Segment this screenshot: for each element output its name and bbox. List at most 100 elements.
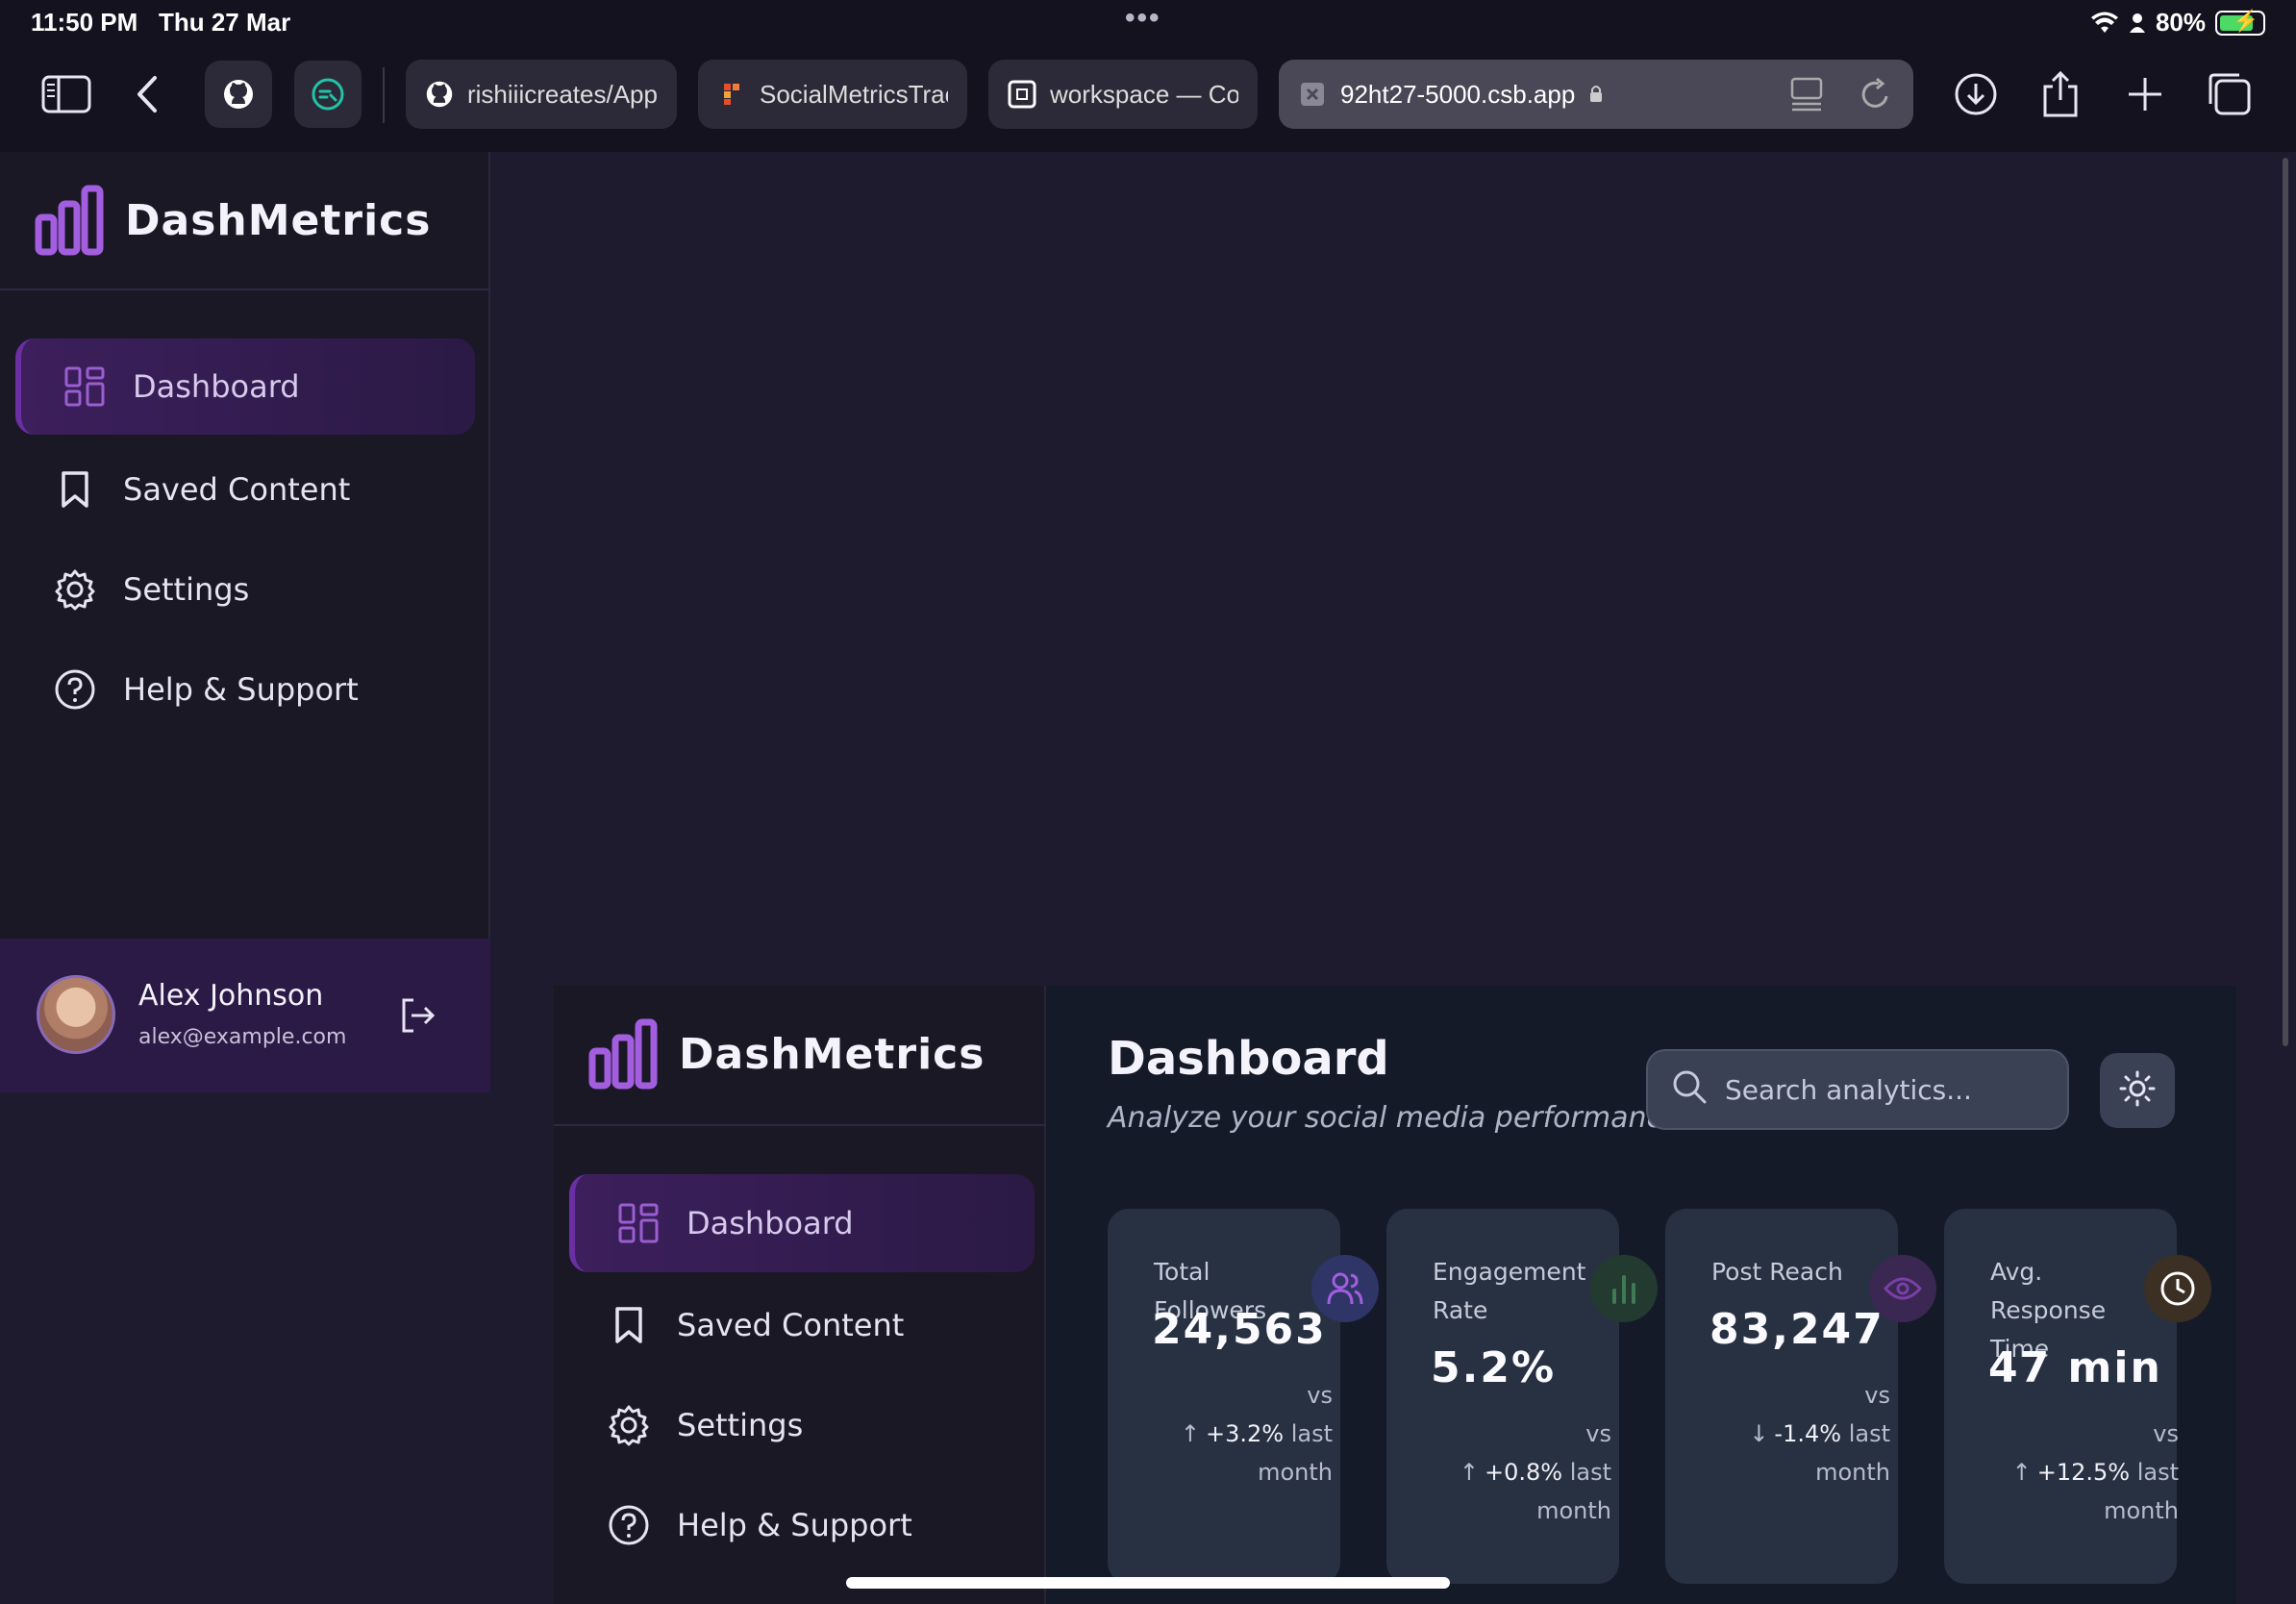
lock-icon [1588,80,1604,110]
sidebar-primary: DashMetrics Dashboard Saved Content Sett… [0,152,490,1092]
tab-label: workspace — Cod [1050,79,1238,109]
reload-icon[interactable] [1859,77,1892,118]
figma-icon [717,80,746,109]
search-placeholder: Search analytics... [1725,1073,1972,1106]
stat-card-engagement-rate: Engagement Rate 5.2% vs ↑ +0.8% last mont… [1386,1209,1658,1584]
sidebar-item-label: Settings [677,1407,804,1443]
sun-icon [2118,1069,2157,1112]
brand-name: DashMetrics [125,195,432,245]
sidebar-item-label: Saved Content [677,1307,905,1343]
github-extension-icon[interactable] [205,61,272,128]
logo-bar-chart-icon [35,185,104,256]
help-circle-icon [54,668,96,711]
gear-icon [608,1404,650,1446]
user-email: alex@example.com [138,1025,347,1049]
stat-card-post-reach: Post Reach 83,247 vs ↓ -1.4% last month [1665,1209,1936,1584]
new-tab-plus-icon[interactable] [2111,61,2179,128]
tab-label: SocialMetricsTrack [760,79,948,109]
tab-overview-icon[interactable] [2196,61,2263,128]
card-change: vs ↑ +0.8% last month [1459,1420,1611,1524]
sidebar-item-help-support[interactable]: Help & Support [54,646,359,733]
user-name: Alex Johnson [138,979,324,1013]
sidebar-item-settings[interactable]: Settings [54,546,249,633]
close-tab-icon[interactable] [1298,80,1327,109]
card-label: Engagement Rate [1433,1258,1586,1324]
card-value: 5.2% [1431,1343,1557,1392]
brand: DashMetrics [588,1018,985,1090]
card-label: Post Reach [1711,1258,1843,1286]
card-value: 24,563 [1152,1305,1327,1354]
main-content: Dashboard Analyze your social media perf… [1046,986,2236,1604]
eye-icon [1869,1255,1936,1322]
bookmark-icon [54,468,96,511]
github-icon [425,80,454,109]
status-bar: 11:50 PM Thu 27 Mar ••• 80% ⚡ [0,0,2296,46]
stat-card-total-followers: Total Followers 24,563 vs ↑ +3.2% last mo… [1108,1209,1379,1584]
share-icon[interactable] [2027,61,2094,128]
browser-toolbar: rishiiicreates/Apple SocialMetricsTrack … [0,46,2296,152]
tab-url: 92ht27-5000.csb.app [1340,79,1576,109]
brand: DashMetrics [35,185,431,256]
divider [554,1124,1046,1126]
arrow-up-icon: ↑ [2011,1459,2032,1486]
search-input[interactable]: Search analytics... [1646,1049,2069,1130]
sidebar-item-label: Dashboard [686,1205,854,1241]
sidebar-item-label: Help & Support [677,1507,912,1543]
page-scrollbar[interactable] [2283,158,2288,1046]
multitasking-dots-icon[interactable]: ••• [1125,2,1161,35]
home-indicator[interactable] [846,1577,1450,1589]
help-circle-icon [608,1504,650,1546]
arrow-down-icon: ↓ [1749,1420,1769,1447]
bar-chart-icon [1590,1255,1658,1322]
tab-codesandbox[interactable]: workspace — Cod [988,60,1258,129]
sidebar-item-dashboard[interactable]: Dashboard [569,1174,1035,1272]
sidebar-item-saved-content[interactable]: Saved Content [54,446,350,533]
bookmark-icon [608,1304,650,1346]
card-change: vs ↓ -1.4% last month [1749,1382,1890,1486]
card-change: vs ↑ +12.5% last month [2011,1420,2179,1524]
arrow-up-icon: ↑ [1180,1420,1200,1447]
battery-icon: ⚡ [2215,9,2265,36]
grid-icon [617,1202,660,1244]
person-icon [2129,13,2145,33]
tab-active-app[interactable]: 92ht27-5000.csb.app [1279,60,1913,129]
tab-label: rishiiicreates/Apple [467,79,658,109]
gear-icon [54,568,96,611]
sidebar-item-label: Settings [123,571,250,608]
sidebar-toggle-icon[interactable] [33,61,100,128]
sidebar-item-saved-content[interactable]: Saved Content [608,1282,904,1368]
toolbar-divider [383,67,385,123]
grammar-extension-icon[interactable] [294,61,362,128]
clock-icon [2144,1255,2211,1322]
sidebar-item-label: Help & Support [123,671,359,708]
back-chevron-icon[interactable] [113,61,181,128]
card-change: vs ↑ +3.2% last month [1180,1382,1333,1486]
sidebar-item-settings[interactable]: Settings [608,1382,803,1468]
grid-icon [63,365,106,408]
search-icon [1671,1068,1708,1112]
stat-card-avg-response-time: Avg. Response Time 47 min vs ↑ +12.5% las… [1944,1209,2211,1584]
codesandbox-icon [1008,80,1036,109]
tab-github-repo[interactable]: rishiiicreates/Apple [406,60,677,129]
wifi-icon [2090,12,2118,33]
sidebar-item-label: Saved Content [123,471,351,508]
app-frame: DashMetrics Dashboard Saved Content Sett… [554,986,2236,1604]
users-icon [1311,1255,1379,1322]
battery-percent: 80% [2155,8,2206,37]
sidebar-secondary: DashMetrics Dashboard Saved Content Sett… [554,986,1046,1604]
card-value: 47 min [1988,1343,2162,1392]
theme-toggle-button[interactable] [2100,1053,2175,1128]
sidebar-item-help-support[interactable]: Help & Support [608,1482,912,1568]
user-panel: Alex Johnson alex@example.com [0,939,490,1092]
logout-icon[interactable] [396,994,438,1037]
page-subtitle: Analyze your social media performance [1108,1101,1681,1135]
sidebar-item-label: Dashboard [133,368,300,405]
status-time: 11:50 PM Thu 27 Mar [31,8,291,37]
arrow-up-icon: ↑ [1459,1459,1479,1486]
reader-view-icon[interactable] [1790,77,1823,118]
sidebar-item-dashboard[interactable]: Dashboard [15,338,475,435]
downloads-icon[interactable] [1942,61,2009,128]
brand-name: DashMetrics [679,1029,986,1079]
avatar [37,975,115,1054]
tab-figma[interactable]: SocialMetricsTrack [698,60,967,129]
